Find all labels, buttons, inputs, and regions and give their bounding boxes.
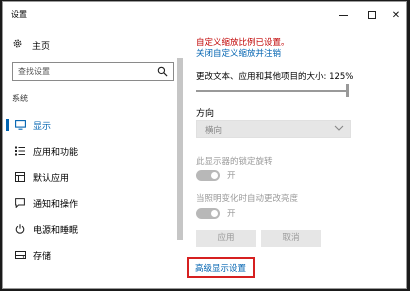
sidebar-item-display[interactable]: 显示	[3, 114, 175, 136]
minimize-icon	[338, 14, 348, 16]
title-bar[interactable]: 设置 ✕	[3, 2, 406, 28]
gear-icon	[12, 38, 23, 52]
sidebar-item-default-apps[interactable]: 默认应用	[3, 166, 175, 188]
monitor-icon	[14, 119, 26, 131]
scale-slider[interactable]	[196, 90, 348, 92]
chevron-down-icon	[334, 124, 344, 135]
scale-slider-thumb[interactable]	[346, 84, 349, 97]
search-box[interactable]	[12, 62, 174, 81]
close-button[interactable]: ✕	[381, 2, 406, 28]
minimize-button[interactable]	[328, 2, 358, 28]
search-icon[interactable]	[157, 66, 168, 80]
close-icon: ✕	[391, 9, 401, 21]
orientation-label: 方向	[196, 109, 215, 119]
window-title: 设置	[11, 10, 27, 19]
sidebar: 主页 系统 显示 应用和功能 默认应用	[3, 28, 184, 288]
active-indicator	[6, 119, 9, 131]
sidebar-item-storage[interactable]: 存储	[3, 244, 175, 266]
home-nav-item[interactable]: 主页	[12, 38, 50, 52]
sidebar-item-notifications[interactable]: 通知和操作	[3, 192, 175, 214]
list-icon	[14, 145, 26, 157]
toggle-knob	[211, 210, 218, 217]
sidebar-scrollbar-thumb[interactable]	[177, 58, 183, 240]
power-icon	[14, 223, 26, 235]
settings-window: 设置 ✕ 主页 系统 显示	[2, 1, 407, 289]
sidebar-item-power[interactable]: 电源和睡眠	[3, 218, 175, 240]
maximize-icon	[368, 11, 376, 19]
rotation-lock-toggle[interactable]	[196, 170, 220, 181]
rotation-lock-label: 此显示器的锁定旋转	[196, 157, 273, 167]
auto-brightness-state: 开	[227, 209, 236, 219]
toggle-knob	[211, 172, 218, 179]
cancel-button[interactable]: 取消	[261, 230, 321, 247]
rotation-lock-state: 开	[227, 171, 236, 181]
sidebar-item-label: 显示	[33, 121, 52, 132]
orientation-dropdown[interactable]: 横向	[196, 120, 351, 138]
sidebar-item-apps[interactable]: 应用和功能	[3, 140, 175, 162]
search-input[interactable]	[13, 63, 153, 80]
advanced-settings-highlight: 高级显示设置	[187, 257, 255, 278]
home-label: 主页	[32, 41, 51, 52]
sidebar-item-label: 默认应用	[33, 173, 70, 184]
display-settings-pane: 自定义缩放比例已设置。 关闭自定义缩放并注销 更改文本、应用和其他项目的大小: …	[184, 28, 406, 288]
sidebar-item-label: 应用和功能	[33, 147, 79, 158]
apply-button[interactable]: 应用	[196, 230, 256, 247]
auto-brightness-label: 当照明变化时自动更改亮度	[196, 194, 299, 204]
sidebar-scrollbar[interactable]	[177, 58, 183, 240]
advanced-display-settings-link[interactable]: 高级显示设置	[195, 262, 246, 274]
sidebar-item-label: 通知和操作	[33, 199, 79, 210]
auto-brightness-toggle[interactable]	[196, 208, 220, 219]
sidebar-item-label: 存储	[33, 251, 52, 262]
sidebar-item-label: 电源和睡眠	[33, 225, 79, 236]
default-apps-icon	[14, 171, 26, 183]
notification-icon	[14, 197, 26, 209]
disable-custom-scaling-link[interactable]: 关闭自定义缩放并注销	[196, 47, 281, 59]
orientation-value: 横向	[205, 126, 223, 136]
scale-label: 更改文本、应用和其他项目的大小: 125%	[196, 72, 354, 82]
storage-icon	[14, 249, 26, 261]
section-label-system: 系统	[12, 94, 28, 103]
